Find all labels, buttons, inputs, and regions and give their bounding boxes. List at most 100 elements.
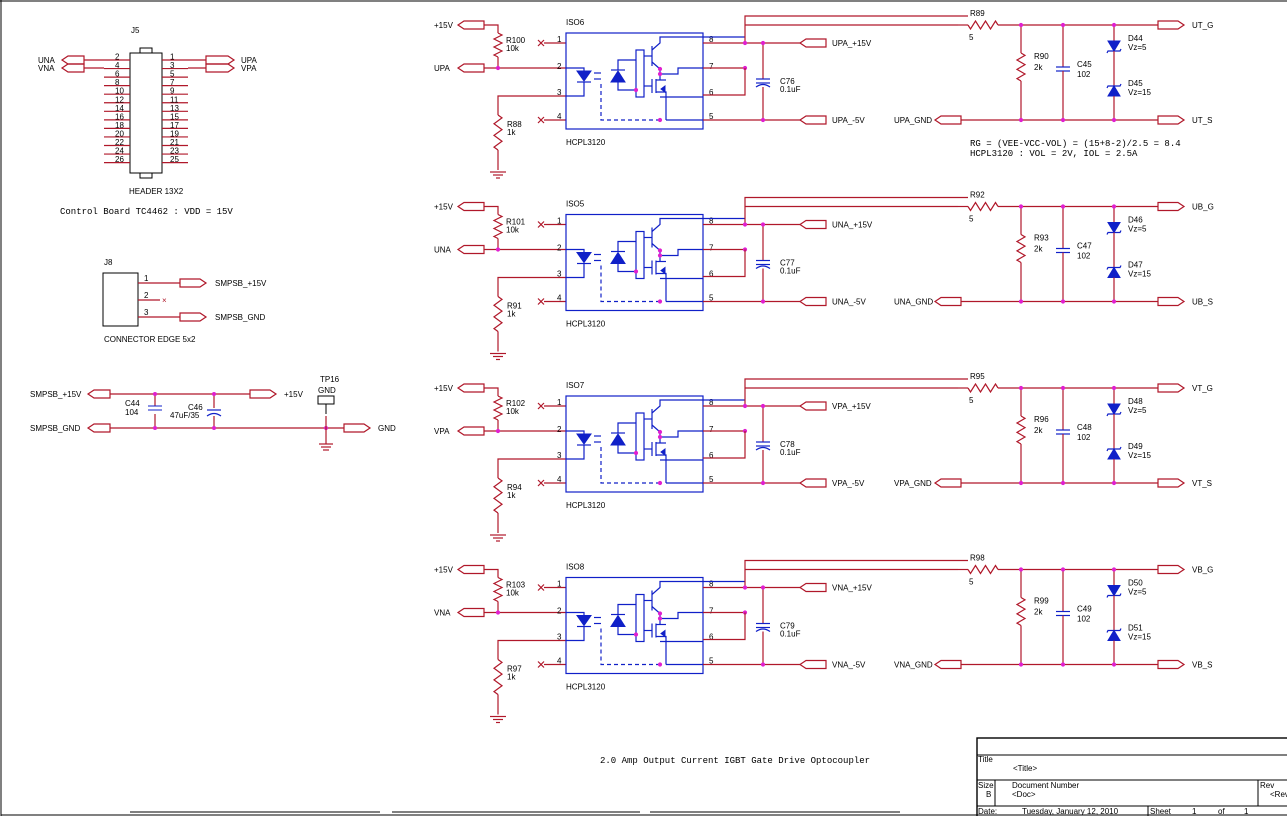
input-port <box>456 607 485 618</box>
r-pullup <box>492 395 504 421</box>
input-port <box>456 63 485 73</box>
pin-1: 1 <box>557 398 562 407</box>
gate-resistor-ref: R95 <box>970 372 985 381</box>
vcc-port <box>456 383 485 393</box>
source-out-port <box>1157 478 1186 488</box>
j8-body <box>102 272 139 327</box>
decoupling-cap-val: 0.1uF <box>780 267 801 276</box>
port-out-gnd <box>343 423 372 433</box>
schematic-canvas: J5 2 14 36 58 710 912 1114 1316 1518 1720 1922 2124… <box>0 0 1287 819</box>
tb-title-label: Title <box>978 755 993 764</box>
r-pulldown-val: 1k <box>507 673 516 682</box>
zener-upper-val: Vz=5 <box>1128 588 1147 597</box>
optocoupler-body <box>565 32 704 130</box>
gate-resistor-val: 5 <box>969 578 974 587</box>
tb-rev-value: <Rev <box>1270 790 1287 799</box>
zener-upper-ref: D48 <box>1128 397 1143 406</box>
vcc-label: +15V <box>434 384 454 393</box>
decoupling-cap-val: 0.1uF <box>780 630 801 639</box>
vcc-port <box>456 20 485 30</box>
gate-cap-ref: C48 <box>1077 423 1092 432</box>
r-pullup <box>492 576 504 603</box>
gate-resistor-ref: R98 <box>970 554 985 563</box>
tp16-val: GND <box>318 386 336 395</box>
gate-out-port <box>1157 201 1186 212</box>
pin-7: 7 <box>709 607 714 616</box>
rg-formula-note: RG = (VEE-VCC-VOL) = (15+8-2)/2.5 = 8.4 <box>970 139 1181 149</box>
tb-sheet-value: 1 <box>1192 807 1197 816</box>
channel-iso7: +15VR10210kVPAR941kISO7HCPL312012348765C… <box>434 372 1213 542</box>
vcc-label: +15V <box>434 21 454 30</box>
gate-out-label: UB_G <box>1192 203 1214 212</box>
zener-lower-ref: D51 <box>1128 624 1143 633</box>
source-out-port <box>1157 659 1186 670</box>
emitter-gnd-port <box>933 478 962 488</box>
gate-cap-ref: C45 <box>1077 60 1092 69</box>
vn-port <box>798 296 827 307</box>
j5-pin-rows: 2 14 36 58 710 912 1114 1316 1518 1720 1922 2124 232… <box>84 53 206 164</box>
gate-cap-val: 102 <box>1077 252 1091 261</box>
pin-3: 3 <box>557 633 562 642</box>
source-out-label: UB_S <box>1192 298 1213 307</box>
tb-of-value: 1 <box>1244 807 1249 816</box>
tb-size-label: Size <box>978 781 994 790</box>
zener-lower-val: Vz=15 <box>1128 633 1151 642</box>
source-out-label: VT_S <box>1192 479 1212 488</box>
pin-7: 7 <box>709 244 714 253</box>
optocoupler-body <box>565 213 704 312</box>
pin-4: 4 <box>557 294 562 303</box>
gate-out-port <box>1157 564 1186 575</box>
r-pulldown <box>492 477 504 514</box>
iso-part: HCPL3120 <box>566 683 606 692</box>
vp-port <box>798 38 827 48</box>
gate-resistor-ref: R89 <box>970 9 985 18</box>
zener-lower-ref: D49 <box>1128 442 1143 451</box>
emitter-gnd-label: UPA_GND <box>894 116 932 125</box>
tb-sheet-label: Sheet <box>1150 807 1172 816</box>
zener-upper-ref: D50 <box>1128 579 1143 588</box>
j8-net-15v: SMPSB_+15V <box>215 279 267 288</box>
iso-part: HCPL3120 <box>566 138 606 147</box>
vcc-label: +15V <box>434 566 454 575</box>
gate-resistor-val: 5 <box>969 33 974 42</box>
shunt-resistor-val: 2k <box>1034 608 1043 617</box>
port-vna <box>60 63 85 73</box>
vcc-port <box>456 201 485 212</box>
gate-resistor-ref: R92 <box>970 191 985 200</box>
zener-upper-val: Vz=5 <box>1128 43 1147 52</box>
r-pullup-val: 10k <box>506 226 520 235</box>
iso-ref: ISO8 <box>566 563 585 572</box>
shunt-resistor-val: 2k <box>1034 245 1043 254</box>
r-pullup-val: 10k <box>506 589 520 598</box>
vp-label: VPA_+15V <box>832 402 871 411</box>
port-vpa <box>205 63 236 73</box>
vcc-port <box>456 564 485 575</box>
shunt-resistor-ref: R93 <box>1034 234 1049 243</box>
gate-resistor <box>967 19 999 31</box>
source-out-label: UT_S <box>1192 116 1212 125</box>
control-board-note: Control Board TC4462 : VDD = 15V <box>60 207 233 217</box>
vp-port <box>798 582 827 593</box>
net-vna: VNA <box>38 64 55 73</box>
zener-upper-ref: D44 <box>1128 34 1143 43</box>
gate-out-port <box>1157 20 1186 30</box>
j5-ref: J5 <box>131 26 140 35</box>
j5-body <box>129 52 163 174</box>
connector-j8: J8 × 1 2 3 SMPSB_+15V SMPSB_GND CONNECTO… <box>102 258 267 344</box>
opto-internals <box>566 217 745 303</box>
j8-ref: J8 <box>104 258 113 267</box>
gate-cap <box>1056 247 1070 254</box>
zener-lower-ref: D45 <box>1128 79 1143 88</box>
pin-6: 6 <box>709 633 714 642</box>
shunt-resistor <box>1015 415 1027 445</box>
r-pulldown-val: 1k <box>507 491 516 500</box>
tb-date-value: Tuesday, January 12, 2010 <box>1022 807 1119 816</box>
emitter-gnd-port <box>933 659 962 670</box>
pin-1: 1 <box>557 580 562 589</box>
gate-cap-val: 102 <box>1077 615 1091 624</box>
tb-docnum-label: Document Number <box>1012 781 1079 790</box>
header-j5: J5 2 14 36 58 710 912 1114 1316 1518 1720 1922 2124… <box>38 26 258 196</box>
source-out-port <box>1157 296 1186 307</box>
tp16-ref: TP16 <box>320 375 340 384</box>
shunt-resistor <box>1015 596 1027 627</box>
